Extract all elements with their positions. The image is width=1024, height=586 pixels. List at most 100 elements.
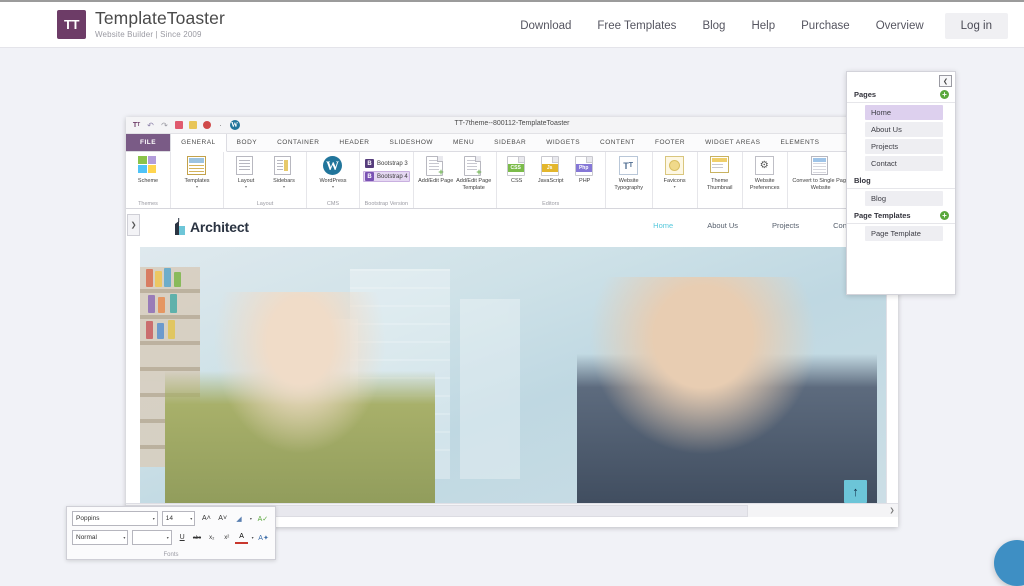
ribbon-button-css[interactable]: CSS CSS <box>500 154 534 185</box>
bootstrap-4-option[interactable]: B Bootstrap 4 <box>363 171 410 182</box>
redo-icon[interactable]: ↷ <box>158 119 171 132</box>
ribbon-group-label-templates <box>174 207 220 208</box>
ribbon-button-javascript[interactable]: Js JavaScript <box>534 154 568 185</box>
add-page-template-icon[interactable]: + <box>940 211 949 220</box>
brand-name: TemplateToaster <box>95 8 225 28</box>
ribbon-tab-slideshow[interactable]: SLIDESHOW <box>380 134 444 151</box>
text-highlight-icon[interactable]: ◢ <box>232 512 246 526</box>
save-icon[interactable] <box>172 119 185 132</box>
chevron-down-icon[interactable]: ▾ <box>123 535 125 540</box>
ribbon-button-layout[interactable]: Layout ▾ <box>227 154 265 188</box>
page-item-about-us[interactable]: About Us <box>865 122 943 137</box>
ribbon-tab-widgets[interactable]: WIDGETS <box>536 134 590 151</box>
wordpress-icon[interactable]: W <box>228 119 241 132</box>
grow-font-icon[interactable]: A˄ <box>199 512 213 526</box>
strikethrough-icon[interactable]: abc <box>191 531 204 545</box>
chevron-down-icon[interactable]: ▾ <box>245 184 247 188</box>
ribbon-button-add-edit-page[interactable]: + Add/Edit Page <box>417 154 455 185</box>
chevron-right-icon[interactable]: ❯ <box>886 504 898 516</box>
line-height-select[interactable]: ▾ <box>132 530 172 545</box>
underline-icon[interactable]: U <box>176 531 189 545</box>
ribbon-tab-widget-areas[interactable]: WIDGET AREAS <box>695 134 770 151</box>
font-family-select[interactable]: Poppins ▾ <box>72 511 158 526</box>
ribbon-tab-container[interactable]: CONTAINER <box>267 134 329 151</box>
ribbon-tab-footer[interactable]: FOOTER <box>645 134 695 151</box>
nav-link-blog[interactable]: Blog <box>689 2 738 50</box>
ribbon-button-website-typography[interactable]: TT Website Typography <box>609 154 649 192</box>
ribbon-tab-content[interactable]: CONTENT <box>590 134 645 151</box>
chevron-down-icon[interactable]: ▾ <box>196 184 198 188</box>
preview-nav-home[interactable]: Home <box>653 221 673 230</box>
ribbon-button-php[interactable]: Php PHP <box>568 154 602 185</box>
ribbon-tab-sidebar[interactable]: SIDEBAR <box>484 134 536 151</box>
nav-link-purchase[interactable]: Purchase <box>788 2 863 50</box>
bootstrap-badge-icon: B <box>365 159 374 168</box>
ribbon-tab-general[interactable]: GENERAL <box>170 134 227 152</box>
convert-single-page-icon <box>810 156 831 176</box>
pages-section-title: Pages <box>854 90 877 99</box>
ribbon-button-theme-thumbnail[interactable]: Theme Thumbnail <box>701 154 739 192</box>
ribbon-button-wordpress[interactable]: W WordPress ▾ <box>310 154 356 188</box>
page-item-page-template[interactable]: Page Template <box>865 226 943 241</box>
font-style-select[interactable]: Normal ▾ <box>72 530 129 545</box>
ribbon-button-website-preferences[interactable]: ⚙ Website Preferences <box>746 154 784 192</box>
ribbon-button-convert-to-single-page-website[interactable]: Convert to Single Page Website <box>791 154 851 192</box>
website-preview-canvas[interactable]: Architect Home About Us Projects Contact <box>140 209 887 517</box>
font-family-value: Poppins <box>76 515 100 522</box>
nav-link-free-templates[interactable]: Free Templates <box>584 2 689 50</box>
brand-logo[interactable]: TT TemplateToaster Website Builder | Sin… <box>57 8 225 39</box>
export-icon[interactable] <box>186 119 199 132</box>
publish-icon[interactable] <box>200 119 213 132</box>
chevron-down-icon[interactable]: ▾ <box>332 184 334 188</box>
page-item-home[interactable]: Home <box>865 105 943 120</box>
highlight-caret-icon[interactable]: ▾ <box>248 512 254 526</box>
chevron-down-icon[interactable]: ▾ <box>674 184 676 188</box>
ribbon-tab-file[interactable]: FILE <box>126 134 171 151</box>
ribbon-button-sidebars[interactable]: Sidebars ▾ <box>265 154 303 188</box>
ribbon-label-scheme: Scheme <box>137 178 159 184</box>
page-templates-section-title: Page Templates <box>854 211 911 220</box>
page-item-projects[interactable]: Projects <box>865 139 943 154</box>
page-item-blog[interactable]: Blog <box>865 191 943 206</box>
ribbon-tab-menu[interactable]: MENU <box>443 134 484 151</box>
ribbon-button-templates[interactable]: Templates ▾ <box>174 154 220 188</box>
ribbon-tab-header[interactable]: HEADER <box>329 134 379 151</box>
shrink-font-icon[interactable]: A˅ <box>216 512 230 526</box>
preview-logo[interactable]: Architect <box>174 218 249 235</box>
scroll-to-top-button[interactable]: ↑ <box>844 480 867 503</box>
font-color-caret-icon[interactable]: ▾ <box>250 531 255 545</box>
preview-site-header: Architect Home About Us Projects Contact <box>140 209 887 247</box>
page-item-contact[interactable]: Contact <box>865 156 943 171</box>
chevron-down-icon[interactable]: ▾ <box>153 516 155 521</box>
text-effects-icon[interactable]: A✦ <box>257 531 270 545</box>
ribbon-tab-elements[interactable]: ELEMENTS <box>770 134 829 151</box>
nav-link-download[interactable]: Download <box>507 2 584 50</box>
ribbon-group-pages: + Add/Edit Page + Add/Edit Page Template <box>414 152 497 208</box>
left-panel-expand-toggle[interactable]: ❯ <box>127 214 140 236</box>
undo-icon[interactable]: ↶ <box>144 119 157 132</box>
clear-formatting-icon[interactable]: A✓ <box>256 512 270 526</box>
sidebars-icon <box>274 156 294 176</box>
ribbon-button-favicons[interactable]: Favicons ▾ <box>656 154 694 188</box>
nav-link-overview[interactable]: Overview <box>863 2 937 50</box>
ribbon-button-scheme[interactable]: Scheme <box>129 154 167 185</box>
ribbon-button-add-edit-page-template[interactable]: + Add/Edit Page Template <box>455 154 493 192</box>
chat-support-button[interactable] <box>994 540 1024 586</box>
tt-logo-icon[interactable]: TT <box>130 119 143 132</box>
nav-link-help[interactable]: Help <box>738 2 788 50</box>
subscript-icon[interactable]: x₂ <box>205 531 218 545</box>
superscript-icon[interactable]: x² <box>220 531 233 545</box>
chevron-down-icon[interactable]: ▾ <box>167 535 169 540</box>
font-color-icon[interactable]: A <box>235 531 248 544</box>
collapse-panel-button[interactable]: ❮ <box>939 75 952 87</box>
preview-nav-projects[interactable]: Projects <box>772 221 799 230</box>
add-page-icon[interactable]: + <box>940 90 949 99</box>
chevron-down-icon[interactable]: ▾ <box>190 516 192 521</box>
chevron-down-icon[interactable]: ▾ <box>283 184 285 188</box>
login-button[interactable]: Log in <box>944 13 1008 39</box>
font-size-select[interactable]: 14 ▾ <box>161 511 196 526</box>
preview-nav-about-us[interactable]: About Us <box>707 221 738 230</box>
ribbon-tab-body[interactable]: BODY <box>227 134 267 151</box>
ribbon-label-website-typography: Website Typography <box>614 178 644 191</box>
bootstrap-3-option[interactable]: B Bootstrap 3 <box>363 158 410 169</box>
